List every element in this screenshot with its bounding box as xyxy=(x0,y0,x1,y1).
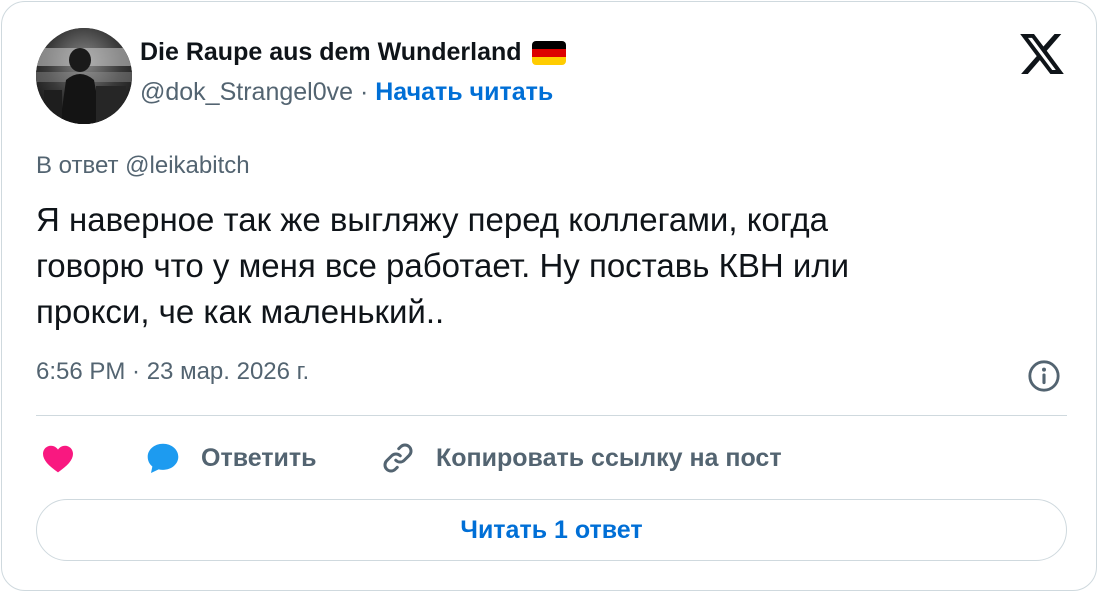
avatar[interactable] xyxy=(36,28,132,124)
read-replies-button[interactable]: Читать 1 ответ xyxy=(36,499,1067,561)
avatar-image xyxy=(36,28,132,124)
reply-button[interactable]: Ответить xyxy=(145,438,317,478)
info-icon[interactable] xyxy=(1027,359,1061,393)
tweet-timestamp[interactable]: 6:56 PM · 23 мар. 2026 г. xyxy=(36,358,309,386)
separator-dot: · xyxy=(359,78,369,106)
copy-link-button[interactable]: Копировать ссылку на пост xyxy=(380,438,782,478)
tweet-text-line: прокси, че как маленький.. xyxy=(36,293,445,330)
read-replies-label: Читать 1 ответ xyxy=(460,515,643,544)
author-handle-line: @dok_Strangel0ve · Начать читать xyxy=(140,78,553,107)
tweet-text: Я наверное так же выгляжу перед коллегам… xyxy=(36,197,1066,335)
speech-bubble-icon xyxy=(147,443,179,473)
x-logo-icon[interactable] xyxy=(1020,34,1064,74)
author-handle[interactable]: @dok_Strangel0ve xyxy=(140,78,353,106)
tweet-text-line: Я наверное так же выгляжу перед коллегам… xyxy=(36,201,829,238)
divider xyxy=(36,415,1067,416)
heart-icon xyxy=(43,445,73,473)
reply-to-label: В ответ @leikabitch xyxy=(36,152,250,179)
germany-flag-icon xyxy=(531,40,566,65)
tweet-card: Die Raupe aus dem Wunderland @dok_Strang… xyxy=(1,1,1097,591)
link-icon xyxy=(383,443,413,473)
author-name-text: Die Raupe aus dem Wunderland xyxy=(140,38,522,66)
reply-label: Ответить xyxy=(201,443,317,472)
copy-link-label: Копировать ссылку на пост xyxy=(436,443,782,472)
follow-button[interactable]: Начать читать xyxy=(375,78,553,106)
author-display-name[interactable]: Die Raupe aus dem Wunderland xyxy=(140,38,566,67)
tweet-text-line: говорю что у меня все работает. Ну поста… xyxy=(36,247,850,284)
like-button[interactable] xyxy=(40,438,76,478)
